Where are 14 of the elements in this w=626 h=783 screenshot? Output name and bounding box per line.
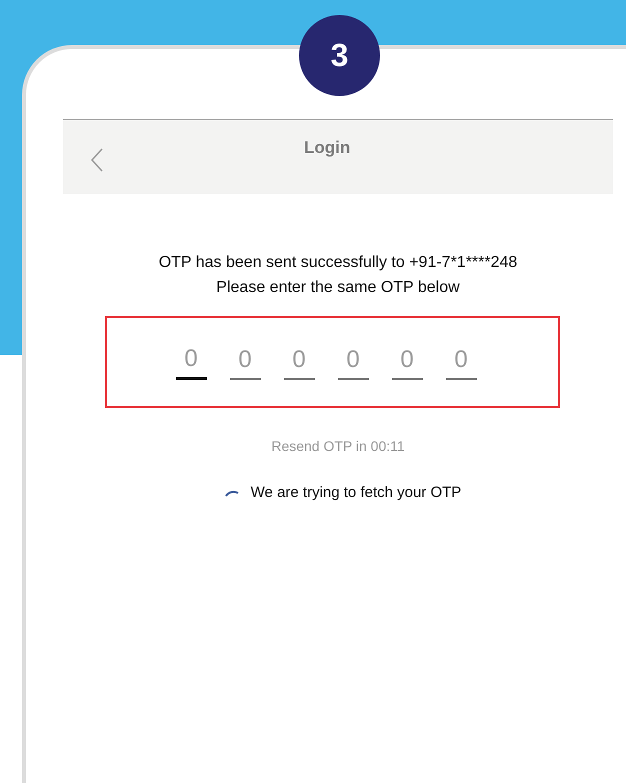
otp-digit-field[interactable]: 0 <box>284 346 314 380</box>
otp-digit-field[interactable]: 0 <box>446 346 476 380</box>
loading-spinner-icon <box>224 488 239 496</box>
resend-timer: Resend OTP in 00:11 <box>271 438 405 454</box>
back-icon[interactable] <box>90 148 104 172</box>
otp-digit-field[interactable]: 0 <box>176 344 206 380</box>
otp-message: Please enter the same OTP below <box>216 278 460 298</box>
otp-digit-field[interactable]: 0 <box>230 346 260 380</box>
step-number-badge: 3 <box>299 15 380 96</box>
otp-message: OTP has been sent successfully to +91-7*1****248 <box>158 253 518 273</box>
otp-digit-field[interactable]: 0 <box>338 346 368 380</box>
fetch-status: We are trying to fetch your OTP <box>250 484 462 501</box>
header-title: Login <box>304 138 350 158</box>
otp-digit-field[interactable]: 0 <box>392 346 422 380</box>
